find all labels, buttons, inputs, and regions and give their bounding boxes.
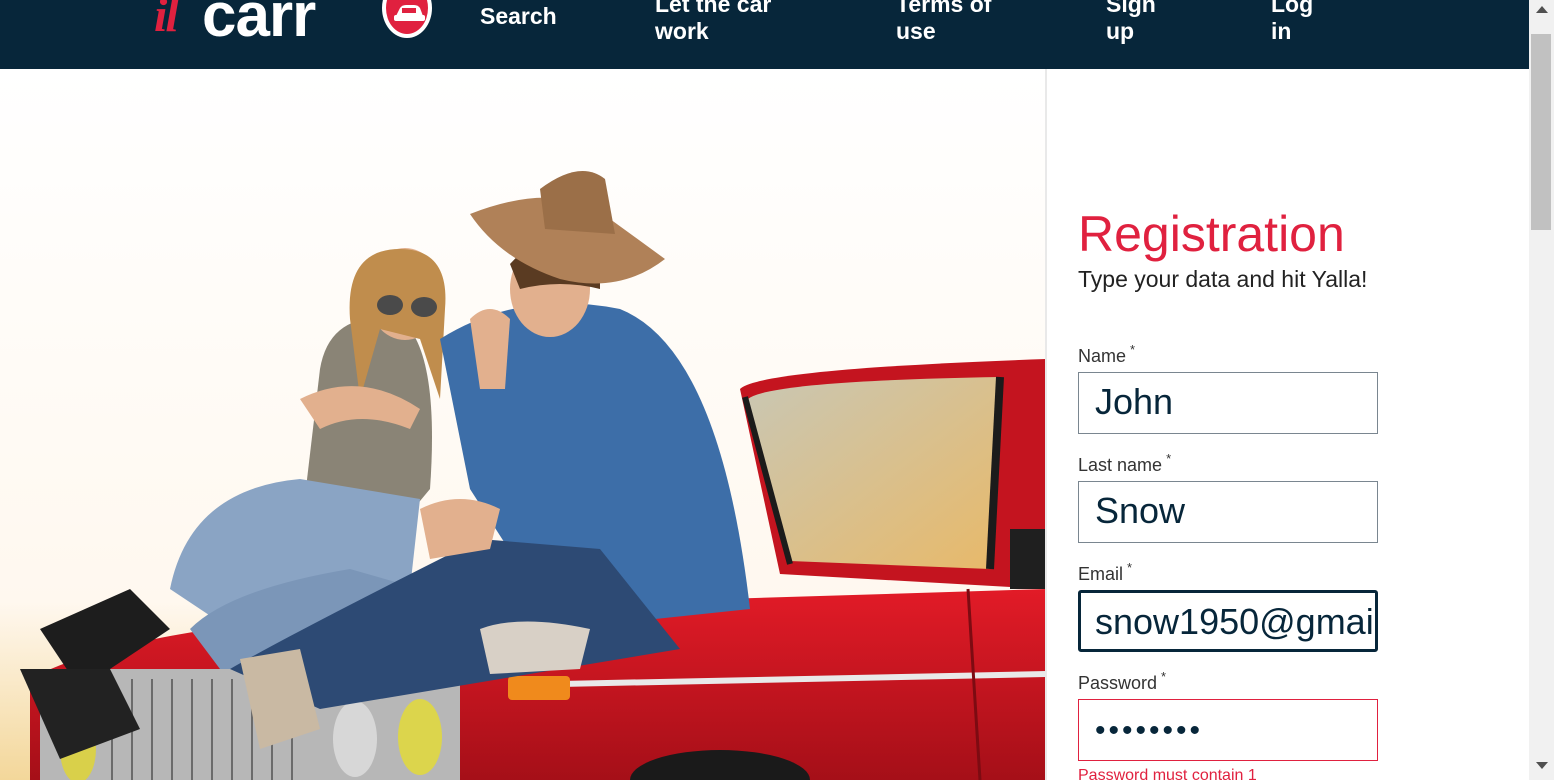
name-label: Name * [1078,342,1135,367]
nav-search-link[interactable]: Search [480,3,557,30]
email-label: Email * [1078,560,1132,585]
scrollbar-thumb[interactable] [1531,34,1551,230]
password-label: Password * [1078,669,1166,694]
email-field[interactable]: snow1950@gmail.com [1078,590,1378,652]
scroll-up-arrow-icon[interactable] [1536,6,1548,13]
required-mark: * [1161,669,1167,684]
registration-title: Registration [1078,206,1345,262]
last-name-label: Last name * [1078,451,1171,476]
panel-divider [1045,69,1047,780]
nav-let-the-car-work-link[interactable]: Let the car work [655,0,795,45]
required-mark: * [1127,560,1133,575]
scroll-down-arrow-icon[interactable] [1536,762,1548,769]
logo-prefix: il [154,0,179,42]
last-name-label-text: Last name [1078,455,1163,475]
car-logo-icon [382,0,432,38]
logo-main: carr [202,0,316,50]
required-mark: * [1130,342,1136,357]
registration-subtitle: Type your data and hit Yalla! [1078,266,1368,292]
top-navigation-bar: il carr Search Let the car work Terms of… [0,0,1529,69]
name-field[interactable]: John [1078,372,1378,434]
password-error-message: Password must contain 1 [1078,767,1257,780]
password-field[interactable]: •••••••• [1078,699,1378,761]
email-label-text: Email [1078,564,1124,584]
last-name-field[interactable]: Snow [1078,481,1378,543]
required-mark: * [1166,451,1172,466]
page-scrollbar[interactable] [1529,0,1554,780]
couple-on-car-illustration [0,69,1046,780]
name-label-text: Name [1078,346,1127,366]
nav-sign-up-link[interactable]: Sign up [1106,0,1166,45]
nav-log-in-link[interactable]: Log in [1271,0,1321,45]
password-label-text: Password [1078,673,1158,693]
nav-terms-of-use-link[interactable]: Terms of use [896,0,1006,45]
hero-image [0,69,1046,780]
